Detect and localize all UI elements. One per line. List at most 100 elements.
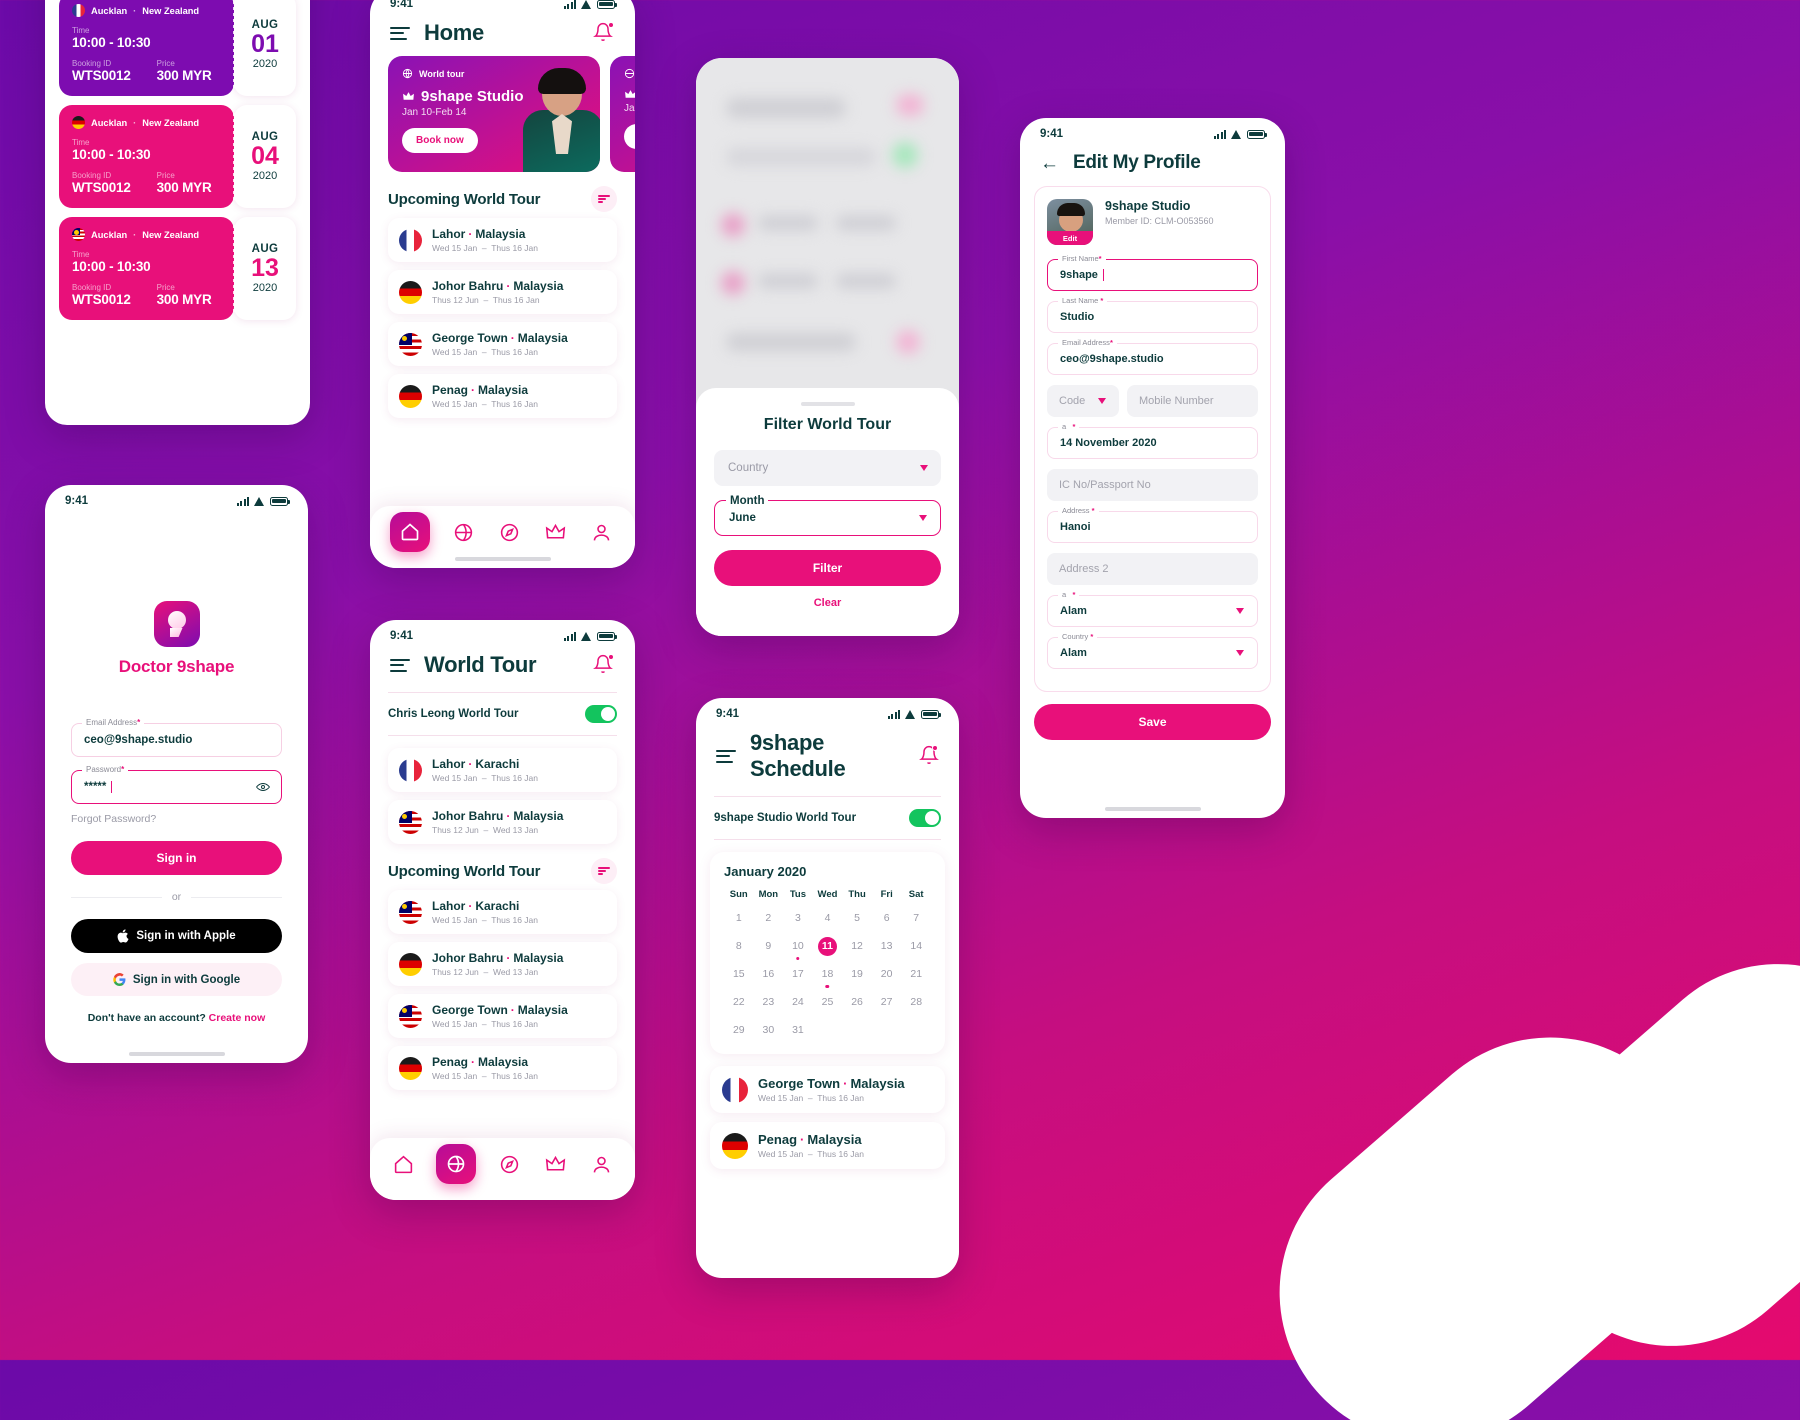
edit-avatar-button[interactable]: Edit [1047,231,1093,245]
calendar-day[interactable]: 18 [813,965,843,988]
tab-explore[interactable] [496,1151,522,1177]
tour-toggle[interactable] [585,705,617,723]
signin-button[interactable]: Sign in [71,841,282,875]
tour-item[interactable]: George Town · Malaysia Wed 15 Jan – Thus 1… [388,322,617,366]
create-now-link[interactable]: Create now [209,1012,266,1024]
tab-premium[interactable] [543,519,569,545]
calendar-day[interactable]: 5 [842,909,872,928]
tab-world-tour[interactable] [436,1144,477,1184]
back-arrow-icon[interactable]: ← [1040,154,1059,173]
clear-link[interactable]: Clear [714,597,941,609]
last-name-field[interactable]: Last Name * Studio [1047,296,1258,333]
calendar-day[interactable]: 16 [754,965,784,984]
tab-world-tour[interactable] [450,519,476,545]
calendar-day[interactable]: 20 [872,965,902,984]
tour-item[interactable]: Penag · Malaysia Wed 15 Jan – Thus 16 Jan [388,1046,617,1090]
tab-home[interactable] [390,1151,416,1177]
address-field[interactable]: Address * Hanoi [1047,506,1258,543]
tab-profile[interactable] [589,1151,615,1177]
calendar-day[interactable]: 30 [754,1021,784,1040]
tour-item[interactable]: Johor Bahru · Malaysia Thus 12 Jun – Wed 1… [388,800,617,844]
address2-field[interactable]: Address 2 [1047,553,1258,585]
eye-toggle-icon[interactable] [256,782,270,792]
notification-bell-icon[interactable] [593,654,615,676]
filter-icon[interactable] [591,858,617,884]
state-select[interactable]: a * Alam [1047,590,1258,627]
calendar-day[interactable]: 8 [724,937,754,956]
tour-item[interactable]: Johor Bahru · Malaysia Thus 12 Jun – Thus … [388,270,617,314]
promo-banner-next[interactable]: Ja [610,56,635,172]
email-field[interactable]: Email Address* ceo@9shape.studio [71,718,282,757]
calendar-day[interactable]: 24 [783,993,813,1012]
book-now-button[interactable]: Book now [402,128,478,153]
google-signin-button[interactable]: Sign in with Google [71,963,282,996]
calendar-day[interactable]: 14 [901,937,931,956]
tab-explore[interactable] [496,519,522,545]
calendar-day[interactable]: 13 [872,937,902,956]
calendar-day[interactable]: 7 [901,909,931,928]
calendar-day[interactable]: 3 [783,909,813,928]
schedule-event[interactable]: George Town · Malaysia Wed 15 Jan – Thus 1… [710,1066,945,1113]
calendar-day[interactable]: 15 [724,965,754,984]
first-name-field[interactable]: First Name* 9shape [1047,254,1258,291]
schedule-toggle[interactable] [909,809,941,827]
calendar-day[interactable]: 1 [724,909,754,928]
book-now-button-2[interactable] [624,124,635,149]
calendar-day[interactable]: 21 [901,965,931,984]
ticket-card[interactable]: Aucklan · New Zealand Time 10:00 - 10:30… [59,105,296,208]
dob-field[interactable]: a * 14 November 2020 [1047,422,1258,459]
promo-banner[interactable]: World tour 9shape Studio Jan 10-Feb 14 B… [388,56,600,172]
month-select[interactable]: Month June [714,495,941,536]
tour-item[interactable]: Johor Bahru · Malaysia Thus 12 Jun – Wed 1… [388,942,617,986]
tour-item[interactable]: George Town · Malaysia Wed 15 Jan – Thus 1… [388,994,617,1038]
calendar-day[interactable]: 25 [813,993,843,1012]
calendar-day[interactable]: 4 [813,909,843,928]
filter-button[interactable]: Filter [714,550,941,586]
tab-premium[interactable] [543,1151,569,1177]
filter-icon[interactable] [591,186,617,212]
calendar-day[interactable]: 28 [901,993,931,1012]
forgot-password-link[interactable]: Forgot Password? [71,813,282,825]
calendar-day[interactable]: 23 [754,993,784,1012]
menu-icon[interactable] [390,26,410,40]
ticket-card[interactable]: Aucklan · New Zealand Time 10:00 - 10:30… [59,0,296,96]
save-button[interactable]: Save [1034,704,1271,740]
calendar-day[interactable]: 31 [783,1021,813,1040]
calendar-day[interactable]: 10 [783,937,813,960]
bottom-tab-bar[interactable] [370,1138,635,1200]
menu-icon[interactable] [716,749,736,763]
tour-item[interactable]: Lahor · Karachi Wed 15 Jan – Thus 16 Jan [388,890,617,934]
sheet-grabber[interactable] [800,402,855,406]
ic-passport-field[interactable]: IC No/Passport No [1047,469,1258,501]
schedule-event[interactable]: Penag · Malaysia Wed 15 Jan – Thus 16 Jan [710,1122,945,1169]
email-field[interactable]: Email Address* ceo@9shape.studio [1047,338,1258,375]
tour-item[interactable]: Lahor · Karachi Wed 15 Jan – Thus 16 Jan [388,748,617,792]
calendar-day[interactable]: 11 [817,937,837,956]
notification-bell-icon[interactable] [919,745,939,767]
calendar-day[interactable]: 22 [724,993,754,1012]
calendar-day[interactable]: 19 [842,965,872,984]
calendar-day[interactable]: 29 [724,1021,754,1040]
tab-home[interactable] [390,512,431,552]
calendar-day[interactable]: 12 [842,937,872,956]
calendar-day[interactable]: 27 [872,993,902,1012]
tour-item[interactable]: Lahor · Malaysia Wed 15 Jan – Thus 16 Jan [388,218,617,262]
tab-profile[interactable] [589,519,615,545]
notification-bell-icon[interactable] [593,22,615,44]
country-code-select[interactable]: Code [1047,385,1119,417]
tour-item[interactable]: Penag · Malaysia Wed 15 Jan – Thus 16 Jan [388,374,617,418]
avatar[interactable]: Edit [1047,199,1093,245]
calendar-day[interactable]: 26 [842,993,872,1012]
calendar-day[interactable]: 9 [754,937,784,956]
country-select[interactable]: Country [714,450,941,486]
calendar-day[interactable]: 17 [783,965,813,984]
promo-banner-carousel[interactable]: World tour 9shape Studio Jan 10-Feb 14 B… [370,56,635,172]
password-field[interactable]: Password* ***** [71,765,282,804]
calendar-day[interactable]: 6 [872,909,902,928]
calendar-day[interactable]: 2 [754,909,784,928]
mobile-number-field[interactable]: Mobile Number [1127,385,1258,417]
ticket-card[interactable]: Aucklan · New Zealand Time 10:00 - 10:30… [59,217,296,320]
apple-signin-button[interactable]: Sign in with Apple [71,919,282,953]
menu-icon[interactable] [390,658,410,672]
calendar-grid[interactable]: Sun Mon Tus Wed Thu Fri Sat 1 2 3 4 5 6 7 8 9 10 11 12 13 14… [724,889,931,1040]
